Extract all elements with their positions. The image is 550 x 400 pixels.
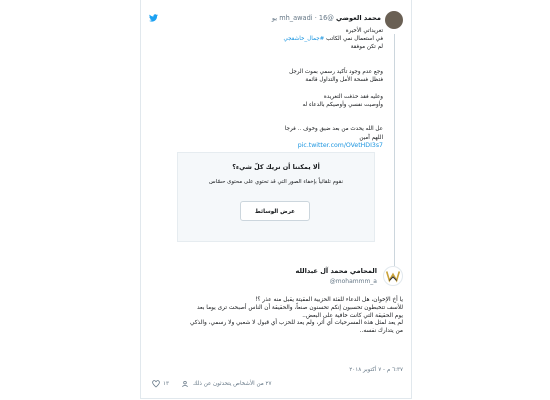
- author-handle[interactable]: @mohammm_a: [330, 278, 377, 285]
- sensitive-title: ألا يمكننا أن نريك كلّ شيء؟: [232, 163, 320, 171]
- tweet-line: اللهم آمين: [359, 134, 383, 141]
- tweet-line: عل الله يحدث من بعد ضيق وخوف .. فرجا: [284, 126, 383, 133]
- tweet-line: وأوصيت نفسي وأوصيكم بالدعاء له: [302, 101, 383, 108]
- sensitive-media-notice: ألا يمكننا أن نريك كلّ شيء؟ نقوم تلقائيا…: [177, 152, 375, 242]
- thread-line: [394, 34, 395, 266]
- tweet-line: من يتدارك نفسه..: [359, 328, 403, 335]
- tweet-line: لم يعد لمثل هذه المسرحيات أي أثر، ولم يع…: [189, 320, 403, 327]
- people-icon: [182, 380, 188, 388]
- tweet-header: محمد العوضي @mh_awadi · 16 يو: [271, 14, 381, 22]
- embedded-tweet-card: محمد العوضي @mh_awadi · 16 يو تغريداتي ا…: [140, 0, 412, 399]
- tweet-line: وجع عدم وجود تأكيد رسمي بموت الرجل: [289, 68, 383, 75]
- tweet-link[interactable]: pic.twitter.com/OVetHDI3s7: [193, 142, 383, 150]
- tweet-line: يا أخ الإخوان، هل الدعاء للفئة الحزبية ا…: [255, 297, 403, 303]
- sensitive-description: نقوم تلقائياً بإخفاء الصور التي قد تحتوي…: [209, 179, 343, 185]
- tweet-line: [193, 109, 383, 117]
- avatar[interactable]: [385, 11, 403, 29]
- tweet-line: [193, 117, 383, 125]
- tweet-line: لم تكن موفقة: [350, 44, 383, 51]
- tweet-line: [193, 60, 383, 68]
- author-name[interactable]: محمد العوضي: [336, 14, 381, 22]
- twitter-bird-icon[interactable]: [149, 14, 158, 22]
- tweet-line: فتظل فسحة الأمل والتداول قائمة: [305, 77, 383, 84]
- heart-icon[interactable]: [152, 380, 160, 388]
- tweet-line: وعليه فقد حذفت التغريدة: [323, 93, 383, 100]
- tweet-text: يا أخ الإخوان، هل الدعاء للفئة الحزبية ا…: [153, 297, 403, 336]
- tweet-line: [193, 84, 383, 92]
- people-talking: ٢٧ من الأشخاص يتحدثون عن ذلك: [193, 381, 272, 387]
- author-name[interactable]: المحامي محمد آل عبدالله: [295, 267, 377, 275]
- tweet-line: للأسف تتخبطون تحسبون إنكم تحسنون صنعاً، …: [197, 304, 403, 311]
- tweet-line: في استعمال نمي الكاتب #جمال_خاشقجي: [283, 36, 383, 43]
- tweet-line: [193, 52, 383, 60]
- avatar[interactable]: [383, 266, 403, 286]
- tweet-timestamp[interactable]: ٦:٣٧ م - ٧ أكتوبر ٢٠١٨: [349, 367, 403, 373]
- people-talking-action[interactable]: ٢٧ من الأشخاص يتحدثون عن ذلك: [182, 380, 272, 388]
- tweet-actions: ١٣ ٢٧ من الأشخاص يتحدثون عن ذلك: [152, 380, 402, 392]
- like-action[interactable]: ١٣: [152, 380, 169, 388]
- view-media-button[interactable]: عرض الوسائط: [240, 201, 310, 221]
- tweet-line: تغريداتي الأخيرة: [345, 28, 383, 34]
- tweet-text: تغريداتي الأخيرة في استعمال نمي الكاتب #…: [193, 27, 383, 150]
- like-count: ١٣: [163, 381, 170, 387]
